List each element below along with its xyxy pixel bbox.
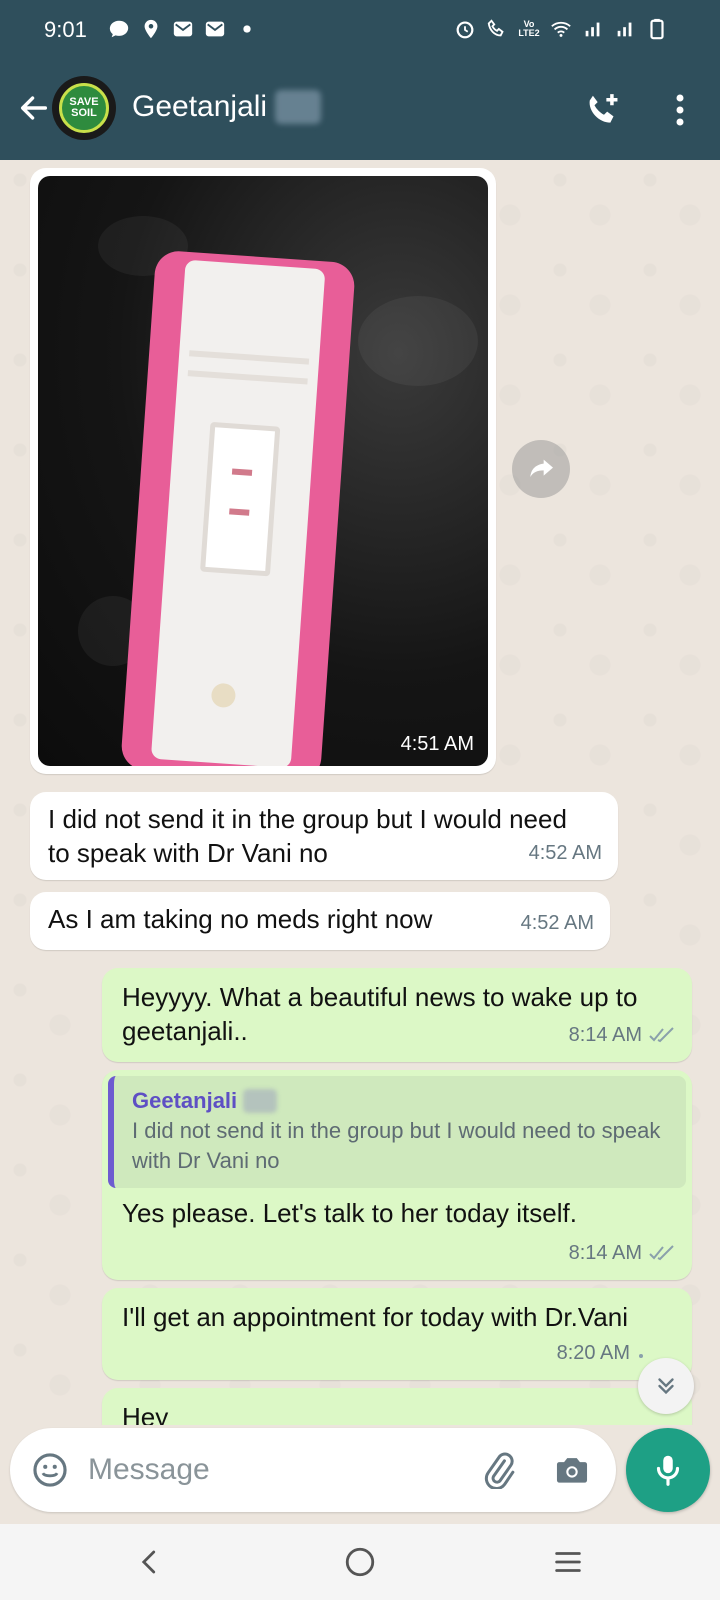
outgoing-message[interactable]: Hey — [102, 1388, 692, 1425]
dot-icon — [243, 25, 251, 33]
alarm-icon — [456, 21, 474, 39]
message-time: 8:20 AM — [557, 1336, 646, 1370]
nav-home-button[interactable] — [336, 1538, 384, 1586]
chat-area[interactable]: 4:51 AM I did not send it in the group b… — [0, 160, 720, 1425]
camera-icon — [556, 1458, 588, 1483]
more-vert-icon — [676, 94, 684, 126]
mic-icon — [656, 1455, 680, 1486]
signal-icon — [585, 22, 600, 37]
message-text: Yes please. Let's talk to her today itse… — [122, 1198, 577, 1228]
back-arrow-icon — [20, 96, 48, 120]
status-right-icons: Vo LTE2 — [454, 18, 668, 40]
mail-icon — [205, 21, 225, 37]
quote-text: I did not send it in the group but I wou… — [132, 1118, 661, 1173]
message-text: I'll get an appointment for today with D… — [122, 1302, 628, 1332]
forward-button[interactable] — [512, 440, 570, 498]
contact-name[interactable]: Geetanjali — [132, 90, 322, 124]
more-options-button[interactable] — [662, 88, 698, 132]
attach-button[interactable] — [476, 1448, 520, 1492]
redacted-blur — [243, 1089, 278, 1113]
location-icon — [144, 19, 158, 39]
signal-icon — [617, 22, 632, 37]
volte-label: Vo LTE2 — [518, 19, 540, 38]
nav-back-icon — [141, 1550, 156, 1574]
test-sample-well — [210, 682, 237, 709]
incoming-message[interactable]: I did not send it in the group but I wou… — [30, 792, 618, 880]
message-input[interactable] — [88, 1446, 468, 1494]
mail-icon — [173, 21, 193, 37]
camera-button[interactable] — [550, 1448, 594, 1492]
avatar[interactable]: SAVE SOIL — [52, 76, 116, 140]
quote-author: Geetanjali — [132, 1086, 668, 1116]
nav-back-button[interactable] — [126, 1538, 174, 1586]
scroll-to-bottom-button[interactable] — [638, 1358, 694, 1414]
double-chevron-down-icon — [658, 1378, 674, 1395]
message-time-text: 8:20 AM — [556, 1342, 630, 1364]
message-text: Hey — [122, 1402, 169, 1425]
pending-clock-icon — [639, 1354, 643, 1358]
message-text: I did not send it in the group but I wou… — [48, 804, 567, 868]
incoming-message[interactable]: As I am taking no meds right now 4:52 AM — [30, 892, 610, 950]
read-ticks-icon — [649, 1245, 674, 1261]
status-bar: 9:01 Vo LTE2 — [0, 0, 720, 60]
outgoing-reply-message[interactable]: Geetanjali I did not send it in the grou… — [102, 1070, 692, 1280]
top-bar: 9:01 Vo LTE2 SAVE SOIL Geetanjali — [0, 0, 720, 160]
wifi-icon — [551, 21, 571, 37]
nav-home-icon — [345, 1547, 375, 1577]
voice-message-button[interactable] — [626, 1428, 710, 1512]
message-time: 4:51 AM — [400, 733, 474, 755]
status-left-icons — [108, 18, 258, 40]
outgoing-message[interactable]: Heyyyy. What a beautiful news to wake up… — [102, 968, 692, 1062]
pregnancy-test-photo[interactable]: 4:51 AM — [38, 176, 488, 766]
test-kit-ridge — [187, 370, 308, 385]
test-kit-body — [150, 259, 326, 766]
test-kit-ridge — [189, 350, 310, 365]
status-time: 9:01 — [44, 17, 87, 42]
emoji-button[interactable] — [28, 1448, 72, 1492]
image-message[interactable]: 4:51 AM — [30, 168, 496, 774]
message-time: 4:52 AM — [521, 906, 594, 940]
emoji-icon — [33, 1453, 67, 1487]
add-call-button[interactable] — [582, 88, 626, 132]
system-nav-bar — [0, 1524, 720, 1600]
test-result-window — [200, 421, 281, 577]
battery-icon — [650, 18, 664, 40]
message-time-text: 4:52 AM — [528, 842, 602, 864]
message-time: 4:52 AM — [529, 836, 602, 870]
nav-recents-icon — [555, 1552, 581, 1572]
message-time: 8:14 AM — [569, 1236, 676, 1270]
photo-texture — [358, 296, 478, 386]
back-button[interactable] — [14, 88, 54, 128]
wifi-call-icon — [487, 19, 504, 37]
test-line-result — [229, 508, 250, 516]
message-composer — [10, 1428, 616, 1512]
test-kit-case — [120, 249, 356, 766]
add-call-icon — [589, 94, 618, 123]
message-time-text: 8:14 AM — [568, 1024, 642, 1046]
chat-header: SAVE SOIL Geetanjali — [0, 68, 720, 154]
message-time: 8:14 AM — [569, 1018, 676, 1052]
quoted-message[interactable]: Geetanjali I did not send it in the grou… — [108, 1076, 686, 1188]
nav-recents-button[interactable] — [544, 1538, 592, 1586]
redacted-blur — [275, 90, 322, 124]
test-line-control — [231, 468, 253, 476]
message-text: As I am taking no meds right now — [48, 904, 433, 934]
contact-name-text: Geetanjali — [132, 90, 268, 123]
quote-author-text: Geetanjali — [132, 1088, 238, 1113]
avatar-text-soil: SOIL — [71, 107, 97, 119]
message-time-text: 8:14 AM — [568, 1242, 642, 1264]
forward-icon — [530, 459, 553, 477]
outgoing-message[interactable]: I'll get an appointment for today with D… — [102, 1288, 692, 1380]
read-ticks-icon — [649, 1027, 674, 1043]
attach-icon — [484, 1452, 515, 1489]
message-time-text: 4:52 AM — [520, 912, 594, 934]
chat-bubble-icon — [109, 20, 129, 38]
save-soil-logo: SAVE SOIL — [59, 83, 109, 133]
